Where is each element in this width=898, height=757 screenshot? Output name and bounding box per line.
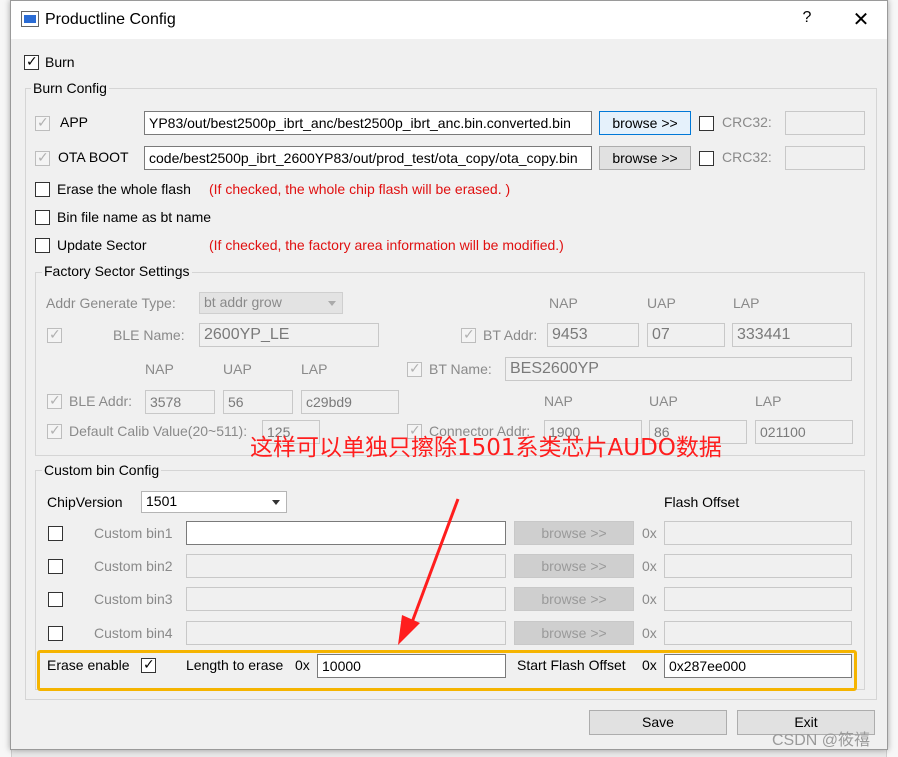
app-crc32-input[interactable]	[785, 111, 865, 135]
custom-bin1-checkbox[interactable]	[48, 526, 63, 541]
flash-offset-label: Flash Offset	[664, 494, 740, 510]
save-button[interactable]: Save	[589, 710, 727, 735]
custom-bin3-checkbox[interactable]	[48, 592, 63, 607]
custom-bin2-label: Custom bin2	[94, 558, 173, 574]
ble-addr-label: BLE Addr:	[69, 393, 133, 409]
custom-bin4-label: Custom bin4	[94, 625, 173, 641]
update-sector-checkbox[interactable]	[35, 238, 50, 253]
annotation-arrow-icon	[398, 498, 460, 645]
ble-name-checkbox[interactable]	[47, 326, 62, 343]
app-crc32-checkbox[interactable]	[699, 116, 714, 131]
connector-lap-input[interactable]: 021100	[755, 420, 853, 444]
connector-nap-header: NAP	[544, 393, 573, 409]
ble-name-input[interactable]: 2600YP_LE	[199, 323, 379, 347]
ble-name-label: BLE Name:	[113, 327, 185, 343]
bt-uap-header: UAP	[647, 295, 676, 311]
burn-label: Burn	[45, 54, 75, 70]
custom-bin3-offset-input[interactable]	[664, 587, 852, 611]
custom-bin4-offset-input[interactable]	[664, 621, 852, 645]
custom-bin3-offset-prefix: 0x	[642, 591, 657, 607]
ble-addr-uap-input[interactable]: 56	[223, 390, 293, 414]
annotation-text: 这样可以单独只擦除1501系类芯片AUDO数据	[250, 435, 722, 461]
app-path-input[interactable]: YP83/out/best2500p_ibrt_anc/best2500p_ib…	[144, 111, 592, 135]
custom-bin3-label: Custom bin3	[94, 591, 173, 607]
custom-bin4-browse-button[interactable]: browse >>	[514, 621, 634, 645]
app-browse-button[interactable]: browse >>	[599, 111, 691, 135]
custom-bin1-label: Custom bin1	[94, 525, 173, 541]
custom-bin4-checkbox[interactable]	[48, 626, 63, 641]
chip-version-select[interactable]: 1501	[141, 491, 287, 513]
ota-label: OTA BOOT	[58, 149, 129, 165]
ble-addr-nap-input[interactable]: 3578	[145, 390, 215, 414]
custom-bin1-offset-prefix: 0x	[642, 525, 657, 541]
app-label: APP	[60, 114, 89, 130]
custom-bin1-browse-button[interactable]: browse >>	[514, 521, 634, 545]
annotation-arrow-shaft	[406, 498, 460, 634]
bt-addr-checkbox[interactable]	[461, 326, 476, 343]
annotation-arrow-head	[398, 615, 420, 645]
bt-name-checkbox[interactable]	[407, 360, 422, 377]
app-window-icon	[21, 11, 39, 27]
erase-row-highlight	[37, 650, 857, 691]
custom-bin2-offset-input[interactable]	[664, 554, 852, 578]
custom-bin1-offset-input[interactable]	[664, 521, 852, 545]
bt-addr-label: BT Addr:	[483, 327, 538, 343]
chip-version-label: ChipVersion	[47, 494, 123, 510]
bt-name-input[interactable]: BES2600YP	[505, 357, 852, 381]
custom-bin4-offset-prefix: 0x	[642, 625, 657, 641]
custom-bin2-offset-prefix: 0x	[642, 558, 657, 574]
connector-uap-header: UAP	[649, 393, 678, 409]
bin-name-as-bt-name-label: Bin file name as bt name	[57, 209, 212, 225]
ota-crc32-label: CRC32:	[722, 149, 772, 165]
ble-uap-header: UAP	[223, 361, 252, 377]
calib-label: Default Calib Value(20~511):	[69, 423, 248, 439]
factory-sector-title: Factory Sector Settings	[42, 263, 192, 279]
bt-lap-header: LAP	[733, 295, 760, 311]
ble-addr-lap-input[interactable]: c29bd9	[301, 390, 399, 414]
calib-checkbox[interactable]	[47, 422, 62, 439]
update-sector-label: Update Sector	[57, 237, 147, 253]
addr-generate-type-label: Addr Generate Type:	[46, 295, 176, 311]
ble-lap-header: LAP	[301, 361, 328, 377]
ota-checkbox[interactable]	[35, 149, 50, 166]
chip-version-value: 1501	[146, 493, 178, 509]
burn-checkbox[interactable]	[24, 53, 39, 70]
app-crc32-label: CRC32:	[722, 114, 772, 130]
bt-nap-header: NAP	[549, 295, 578, 311]
addr-generate-type-select[interactable]: bt addr grow	[199, 292, 343, 314]
window-title: Productline Config	[45, 11, 176, 28]
custom-bin-title: Custom bin Config	[42, 462, 162, 478]
custom-bin2-checkbox[interactable]	[48, 559, 63, 574]
erase-whole-flash-checkbox[interactable]	[35, 182, 50, 197]
custom-bin2-browse-button[interactable]: browse >>	[514, 554, 634, 578]
ota-crc32-checkbox[interactable]	[699, 151, 714, 166]
connector-lap-header: LAP	[755, 393, 782, 409]
ota-crc32-input[interactable]	[785, 146, 865, 170]
bt-addr-uap-input[interactable]: 07	[647, 323, 725, 347]
ota-path-input[interactable]: code/best2500p_ibrt_2600YP83/out/prod_te…	[144, 146, 592, 170]
custom-bin3-browse-button[interactable]: browse >>	[514, 587, 634, 611]
ble-nap-header: NAP	[145, 361, 174, 377]
ble-addr-checkbox[interactable]	[47, 392, 62, 409]
addr-generate-type-value: bt addr grow	[204, 294, 282, 310]
ota-browse-button[interactable]: browse >>	[599, 146, 691, 170]
watermark: CSDN @筱禧	[772, 732, 871, 749]
bin-name-as-bt-name-checkbox[interactable]	[35, 210, 50, 225]
app-checkbox[interactable]	[35, 114, 50, 131]
bt-name-label: BT Name:	[429, 361, 492, 377]
erase-whole-flash-label: Erase the whole flash	[57, 181, 191, 197]
title-bar: Productline Config ? ✕	[11, 1, 887, 39]
chevron-down-icon	[328, 301, 336, 306]
help-button[interactable]: ?	[797, 9, 817, 27]
bt-addr-nap-input[interactable]: 9453	[547, 323, 639, 347]
bt-addr-lap-input[interactable]: 333441	[732, 323, 852, 347]
burn-config-title: Burn Config	[31, 80, 109, 96]
erase-whole-flash-warning: (If checked, the whole chip flash will b…	[209, 181, 511, 197]
update-sector-warning: (If checked, the factory area informatio…	[209, 237, 564, 253]
close-icon[interactable]: ✕	[849, 7, 873, 32]
chevron-down-icon	[272, 500, 280, 505]
